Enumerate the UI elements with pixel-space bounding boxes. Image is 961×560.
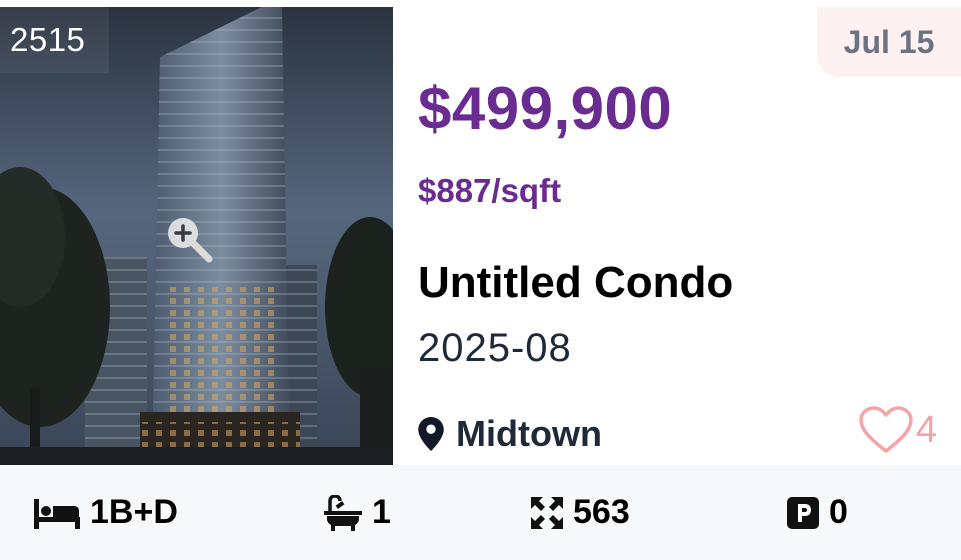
listing-price: $499,900 bbox=[418, 75, 673, 142]
heart-outline-icon bbox=[859, 406, 913, 453]
zoom-in-icon[interactable] bbox=[163, 213, 217, 267]
listing-location: Midtown bbox=[418, 412, 602, 456]
favorite-button[interactable]: 4 bbox=[858, 406, 937, 454]
occupancy-date: 2025-08 bbox=[418, 326, 572, 370]
listing-id-badge: 2515 bbox=[0, 7, 110, 73]
bathtub-icon bbox=[324, 494, 362, 531]
expand-arrows-icon bbox=[531, 496, 563, 529]
map-pin-icon bbox=[418, 417, 444, 451]
favorite-count: 4 bbox=[915, 408, 937, 451]
baths-value: 1 bbox=[372, 493, 391, 531]
beds-value: 1B+D bbox=[90, 493, 178, 531]
listing-photo[interactable]: 2515 bbox=[0, 7, 393, 465]
listing-title[interactable]: Untitled Condo bbox=[418, 258, 733, 308]
stat-beds: 1B+D bbox=[34, 465, 178, 560]
bed-icon bbox=[34, 498, 80, 529]
stat-size: 563 bbox=[531, 465, 630, 560]
listing-stats-bar: 1B+D 1 563 0 bbox=[0, 465, 961, 560]
location-label: Midtown bbox=[456, 413, 602, 454]
price-per-sqft: $887/sqft bbox=[418, 172, 562, 209]
listing-date-badge: Jul 15 bbox=[817, 7, 961, 77]
stat-parking: 0 bbox=[787, 465, 848, 560]
parking-icon bbox=[787, 496, 819, 529]
parking-value: 0 bbox=[829, 493, 848, 531]
stat-baths: 1 bbox=[324, 465, 391, 560]
listing-card[interactable]: 2515 Jul 15 $499,900 $887/sqft Untitled … bbox=[0, 0, 961, 560]
size-value: 563 bbox=[573, 493, 630, 531]
